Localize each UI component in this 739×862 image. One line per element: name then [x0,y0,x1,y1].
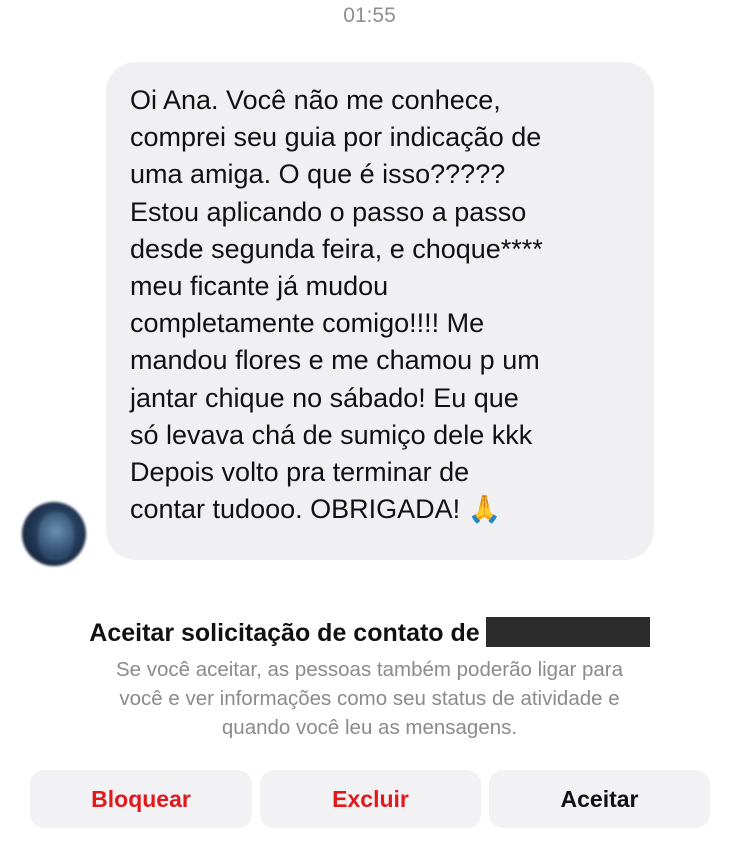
redacted-contact-name [485,617,650,647]
accept-button[interactable]: Aceitar [489,770,710,828]
sender-avatar[interactable] [22,502,86,566]
message-timestamp: 01:55 [343,4,396,27]
delete-button[interactable]: Excluir [260,770,481,828]
praying-hands-emoji-icon: 🙏 [467,494,502,526]
contact-request-title: Aceitar solicitação de contato de [0,617,739,648]
contact-request-title-text: Aceitar solicitação de contato de [89,619,480,647]
contact-request-description: Se você aceitar, as pessoas também poder… [115,658,624,739]
message-bubble[interactable]: Oi Ana. Você não me conhece, comprei seu… [106,62,654,560]
block-button[interactable]: Bloquear [30,770,252,828]
message-text: Oi Ana. Você não me conhece, comprei seu… [130,82,634,528]
avatar-face [38,512,74,560]
message-body: Oi Ana. Você não me conhece, comprei seu… [130,85,543,525]
